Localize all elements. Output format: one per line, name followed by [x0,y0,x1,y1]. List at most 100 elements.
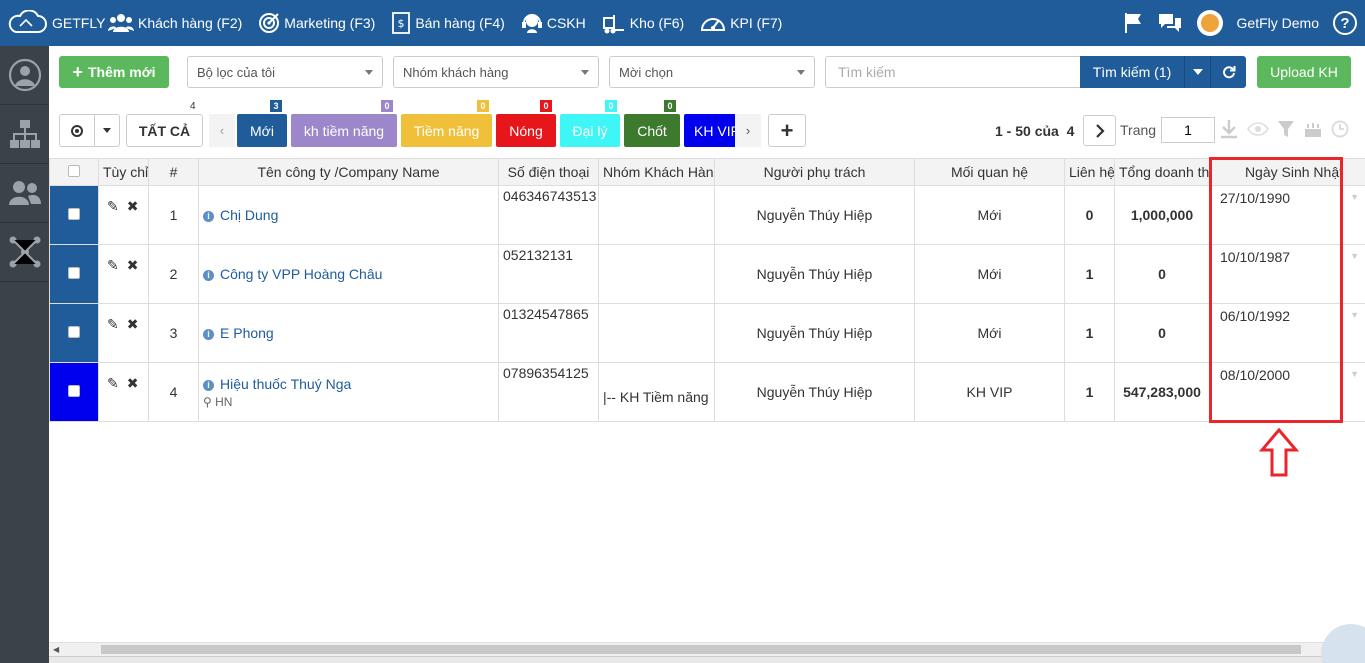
next-page-button[interactable] [1083,115,1116,146]
cake-icon[interactable] [1303,120,1323,138]
tag-vip[interactable]: KH VIP [684,114,735,147]
column-header-company[interactable]: Tên công ty /Company Name [198,158,499,186]
tag-potential-lowercase[interactable]: kh tiềm năng [291,114,397,147]
tags-next-button[interactable]: › [735,114,761,147]
brand-logo[interactable]: GETFLY [0,0,108,46]
pencil-icon[interactable]: ✎ [107,316,119,332]
column-header-contacts[interactable]: Liên hệ [1064,158,1115,186]
chat-icon[interactable] [1157,12,1183,34]
search-button[interactable]: Tìm kiếm (1) [1080,56,1184,88]
caret-down-icon[interactable]: ▼ [1350,192,1359,202]
scroll-left-icon[interactable]: ◀ [53,645,59,654]
column-header-group[interactable]: Nhóm Khách Hàng [598,158,715,186]
avatar[interactable] [1196,10,1223,36]
tag-hot[interactable]: Nóng [496,114,556,147]
company-name-link[interactable]: E Phong [220,325,274,341]
tag-potential[interactable]: Tiềm năng [401,114,492,147]
column-header-number[interactable]: # [148,158,199,186]
help-icon[interactable]: ? [1333,11,1357,35]
row-select-cell[interactable] [49,303,99,363]
tag-closed[interactable]: Chốt [624,114,680,147]
row-select-cell[interactable] [49,244,99,304]
pencil-icon[interactable]: ✎ [107,375,119,391]
company-name-link[interactable]: Công ty VPP Hoàng Châu [220,266,382,282]
customer-group-select[interactable]: Nhóm khách hàng [393,56,599,88]
column-header-revenue[interactable]: Tổng doanh thu [1114,158,1210,186]
table-row[interactable]: ✎ ✖ 3 i E Phong 01324547865 Nguyễn Thúy Hiệp Mớ… [49,303,1365,363]
tag-agency[interactable]: Đại lý [560,114,620,147]
refresh-icon [1222,66,1235,79]
tag-count-badge: 0 [477,100,489,112]
column-header-birthday[interactable]: Ngày Sinh Nhật [1209,158,1365,186]
tag-new[interactable]: Mới [237,114,287,147]
company-name-link[interactable]: Chị Dung [220,207,278,223]
search-options-button[interactable] [1184,56,1210,88]
tags-prev-button[interactable]: ‹ [209,114,235,147]
table-row[interactable]: ✎ ✖ 2 i Công ty VPP Hoàng Châu 052132131 Nguyễ… [49,244,1365,304]
search-input[interactable] [825,56,1081,88]
column-header-owner[interactable]: Người phụ trách [714,158,915,186]
eye-icon[interactable] [1247,121,1269,137]
caret-down-icon[interactable]: ▼ [1350,251,1359,261]
upload-customers-button[interactable]: Upload KH [1257,56,1351,88]
nav-customers[interactable]: Khách hàng (F2) [108,0,242,46]
company-cell: i Chị Dung [198,185,499,245]
sidebar-item-network[interactable] [0,223,49,282]
sidebar-item-profile[interactable] [0,46,49,105]
nav-kpi[interactable]: KPI (F7) [700,0,782,46]
column-header-relation[interactable]: Mối quan hệ [914,158,1065,186]
scrollbar-thumb[interactable] [101,645,1301,654]
add-customer-button[interactable]: + Thêm mới [59,56,169,88]
flag-icon[interactable] [1123,12,1143,34]
nav-customer-care[interactable]: CSKH [521,0,586,46]
sidebar-item-structure[interactable] [0,105,49,164]
row-checkbox[interactable] [68,326,80,338]
row-select-cell[interactable] [49,185,99,245]
column-header-actions[interactable]: Tùy chỉnh [98,158,149,186]
row-select-cell[interactable] [49,362,99,422]
pencil-icon[interactable]: ✎ [107,257,119,273]
refresh-button[interactable] [1210,56,1246,88]
row-checkbox[interactable] [68,385,80,397]
table-row[interactable]: ✎ ✖ 4 i Hiệu thuốc Thuý Nga ⚲ HN 07896354125 |-… [49,362,1365,422]
phone-cell: 046346743513 [498,185,599,245]
nav-sales[interactable]: $ Bán hàng (F4) [391,0,505,46]
close-icon[interactable]: ✖ [127,316,139,332]
caret-down-icon[interactable]: ▼ [1350,369,1359,379]
filter-select[interactable]: Bộ lọc của tôi [187,56,383,88]
horizontal-scrollbar[interactable]: ◀ [49,642,1365,656]
info-icon[interactable]: i [203,329,214,340]
select-mode-button[interactable] [59,114,95,147]
customer-group-select-value: Nhóm khách hàng [403,64,509,80]
caret-down-icon[interactable]: ▼ [1350,310,1359,320]
filter-select-value: Bộ lọc của tôi [197,64,276,80]
download-icon[interactable] [1219,119,1239,139]
info-icon[interactable]: i [203,379,214,391]
close-icon[interactable]: ✖ [127,257,139,273]
nav-marketing[interactable]: Marketing (F3) [258,0,375,46]
clock-icon[interactable] [1331,120,1349,138]
row-checkbox[interactable] [68,267,80,279]
company-name-link[interactable]: Hiệu thuốc Thuý Nga [220,376,351,392]
info-icon[interactable]: i [203,270,214,281]
page-number-input[interactable] [1161,117,1215,143]
tag-all-button[interactable]: TẤT CẢ [126,114,203,147]
user-name[interactable]: GetFly Demo [1237,15,1319,31]
select-mode-dropdown[interactable] [94,114,120,147]
invite-select[interactable]: Mời chọn [609,56,815,88]
add-tag-button[interactable]: + [768,114,806,147]
pencil-icon[interactable]: ✎ [107,198,119,214]
sidebar-item-contacts[interactable] [0,164,49,223]
column-header-phone[interactable]: Số điện thoại [498,158,599,186]
select-all-checkbox[interactable] [68,165,80,177]
row-checkbox[interactable] [68,208,80,220]
close-icon[interactable]: ✖ [127,375,139,391]
nav-warehouse[interactable]: Kho (F6) [602,0,684,46]
brand-name: GETFLY [52,15,106,31]
select-all-cell[interactable] [49,158,99,186]
info-icon[interactable]: i [203,211,214,222]
filter-icon[interactable] [1277,120,1295,138]
table-row[interactable]: ✎ ✖ 1 i Chị Dung 046346743513 Nguyễn Thúy Hiệp… [49,185,1365,245]
chat-widget[interactable] [1321,624,1365,663]
close-icon[interactable]: ✖ [127,198,139,214]
